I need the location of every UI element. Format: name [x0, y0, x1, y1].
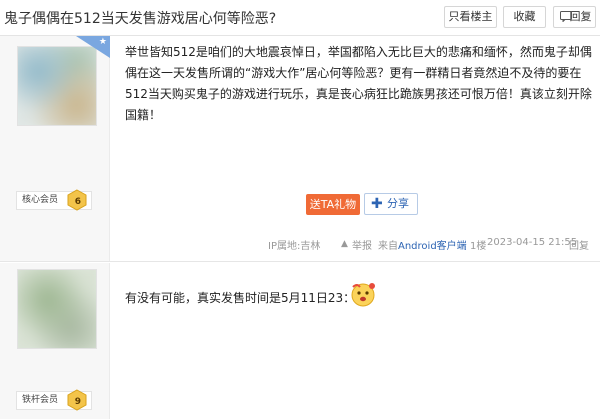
- post-content: 举世皆知512是咱们的大地震哀悼日，举国都陷入无比巨大的悲痛和缅怀，然而鬼子却偶…: [125, 45, 592, 122]
- member-label: 核心会员: [22, 195, 59, 205]
- reply-button-label: 回复: [569, 10, 592, 23]
- member-label: 铁杆会员: [22, 395, 59, 405]
- avatar[interactable]: [17, 269, 97, 349]
- plus-icon: ✚: [371, 196, 383, 212]
- thread-title: 鬼子偶偶在512当天发售游戏居心何等险恶?: [4, 11, 277, 27]
- level-number: 9: [74, 397, 81, 407]
- floor-number: 1楼: [470, 241, 487, 252]
- reply-button[interactable]: 回复: [553, 6, 596, 28]
- only-op-button[interactable]: 只看楼主: [444, 6, 497, 28]
- client-source: 来自Android客户端: [378, 237, 467, 252]
- level-number: 6: [74, 197, 81, 207]
- share-button[interactable]: ✚ 分享: [364, 193, 418, 215]
- send-gift-button[interactable]: 送TA礼物: [306, 194, 360, 215]
- warning-icon: ▲: [341, 239, 348, 249]
- client-prefix: 来自: [378, 241, 398, 252]
- avatar[interactable]: [17, 46, 97, 126]
- reply-icon: [560, 11, 572, 22]
- post-floor-1: ★ 核心会员 6 举世皆知512是咱们的大地震哀悼日，举国都陷入无比巨大的悲痛和…: [0, 36, 600, 262]
- star-icon: ★: [98, 37, 107, 47]
- thread-header: 鬼子偶偶在512当天发售游戏居心何等险恶? 只看楼主 收藏 回复: [0, 0, 600, 36]
- share-label: 分享: [387, 197, 409, 210]
- client-link[interactable]: Android客户端: [398, 241, 467, 252]
- author-panel: ★ 核心会员 6: [0, 36, 110, 261]
- post-time: 2023-04-15 21:55: [487, 237, 578, 248]
- member-badge[interactable]: 铁杆会员 9: [16, 389, 92, 411]
- emoji-icon: [351, 283, 375, 307]
- reply-link[interactable]: 回复: [569, 237, 589, 252]
- author-panel: 铁杆会员 9: [0, 263, 110, 419]
- member-badge[interactable]: 核心会员 6: [16, 189, 92, 211]
- author-tag-badge: ★: [76, 36, 110, 58]
- favorite-button[interactable]: 收藏: [503, 6, 546, 28]
- ip-location: IP属地:吉林: [268, 241, 321, 252]
- post-floor-2: 铁杆会员 9 有没有可能，真实发售时间是5月11日23：00: [0, 263, 600, 419]
- report-link[interactable]: 举报: [352, 237, 372, 252]
